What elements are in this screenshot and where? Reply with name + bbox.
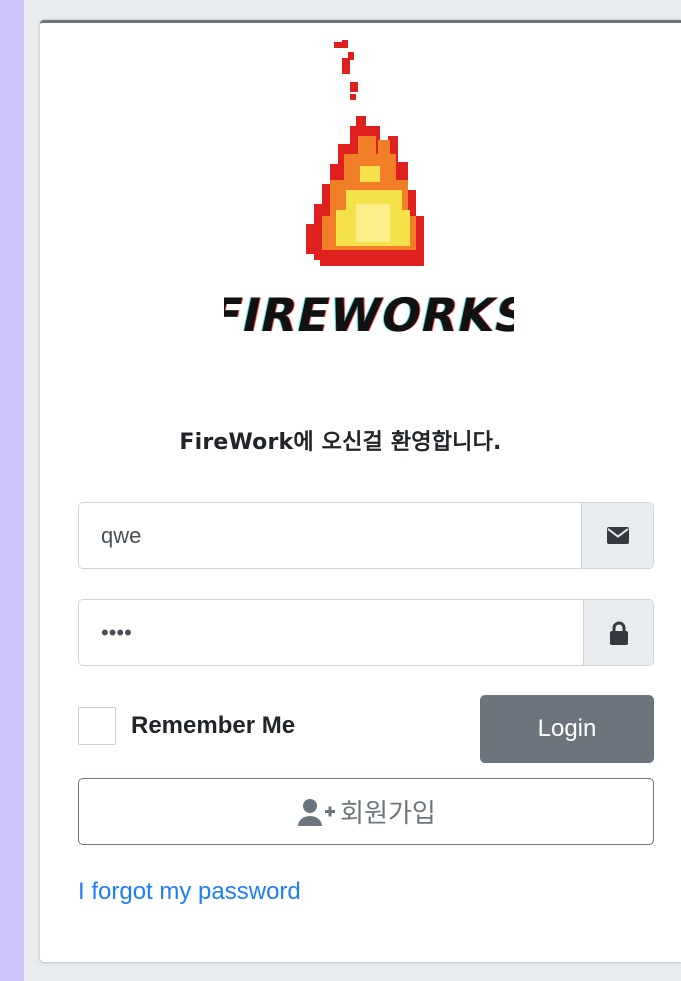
login-button[interactable]: Login (480, 695, 654, 763)
remember-me-label[interactable]: Remember Me (131, 712, 295, 740)
fireworks-logo-text: FIREWORKS FIREWORKS FIREWORKS (224, 288, 514, 341)
user-plus-icon (296, 797, 336, 827)
email-field[interactable] (79, 503, 581, 568)
lock-icon (583, 600, 653, 665)
remember-me-checkbox[interactable] (78, 707, 116, 745)
remember-me-row: Remember Me (78, 706, 295, 746)
password-input-group (78, 599, 654, 666)
svg-text:FIREWORKS: FIREWORKS (224, 288, 514, 341)
signup-label: 회원가입 (340, 799, 436, 829)
signup-button[interactable]: 회원가입 (78, 778, 654, 845)
envelope-icon (581, 503, 653, 568)
pixel-fire-icon (306, 40, 424, 266)
email-input-group (78, 502, 654, 569)
forgot-password-link[interactable]: I forgot my password (78, 878, 301, 906)
welcome-message: FireWork에 오신걸 환영합니다. (179, 430, 502, 455)
password-field[interactable] (79, 600, 583, 665)
